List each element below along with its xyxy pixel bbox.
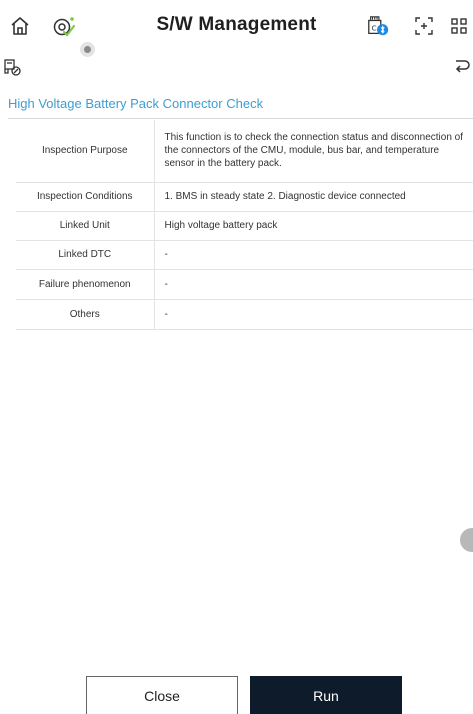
section-divider — [8, 118, 473, 119]
row-label-inspection-purpose: Inspection Purpose — [16, 120, 155, 183]
svg-text:C: C — [372, 24, 377, 33]
table-row: Inspection Purpose This function is to c… — [16, 120, 473, 183]
row-label-failure-phenomenon: Failure phenomenon — [16, 269, 155, 300]
return-icon[interactable] — [452, 57, 472, 77]
table-row: Linked DTC - — [16, 240, 473, 270]
row-value-others: - — [154, 299, 473, 330]
vehicle-diagnostic-icon[interactable] — [52, 14, 76, 38]
row-label-linked-unit: Linked Unit — [16, 211, 155, 241]
scroll-handle[interactable] — [460, 528, 473, 552]
vehicle-status-icon[interactable] — [2, 57, 22, 77]
table-row: Inspection Conditions 1. BMS in steady s… — [16, 182, 473, 212]
table-row: Others - — [16, 299, 473, 330]
bluetooth-vci-icon[interactable]: C — [366, 14, 390, 38]
row-label-inspection-conditions: Inspection Conditions — [16, 182, 155, 212]
run-button[interactable]: Run — [250, 676, 402, 714]
home-icon[interactable] — [8, 14, 32, 38]
row-value-linked-unit: High voltage battery pack — [154, 211, 473, 241]
row-value-inspection-conditions: 1. BMS in steady state 2. Diagnostic dev… — [154, 182, 473, 212]
sub-toolbar — [0, 52, 473, 82]
row-value-inspection-purpose: This function is to check the connection… — [154, 120, 473, 183]
table-row: Failure phenomenon - — [16, 269, 473, 300]
screen-capture-icon[interactable] — [412, 14, 436, 38]
table-row: Linked Unit High voltage battery pack — [16, 211, 473, 241]
row-value-failure-phenomenon: - — [154, 269, 473, 300]
row-value-linked-dtc: - — [154, 240, 473, 270]
row-label-linked-dtc: Linked DTC — [16, 240, 155, 270]
app-grid-icon[interactable] — [447, 14, 471, 38]
top-bar: S/W Management C — [0, 0, 473, 52]
inspection-info-table: Inspection Purpose This function is to c… — [16, 120, 473, 330]
row-label-others: Others — [16, 299, 155, 330]
close-button[interactable]: Close — [86, 676, 238, 714]
floating-touch-dot[interactable] — [80, 42, 95, 57]
section-title: High Voltage Battery Pack Connector Chec… — [8, 96, 264, 111]
